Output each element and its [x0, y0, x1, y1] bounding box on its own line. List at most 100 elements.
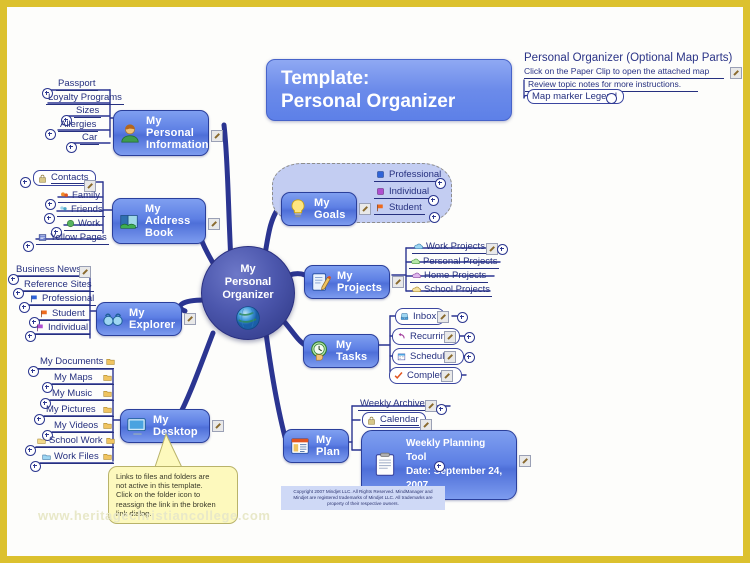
map-marker-legend-expand-icon[interactable] [606, 93, 617, 104]
subtopic-allergies[interactable]: Allergies [58, 119, 99, 132]
folder-icon[interactable] [103, 421, 112, 430]
projects-note-icon[interactable] [392, 276, 404, 288]
flag-orange-icon [376, 203, 385, 212]
branch-personal-information-label: My Personal Information [146, 115, 209, 151]
subtopic-business-news[interactable]: Business News [14, 264, 83, 277]
subtopic-my-pictures[interactable]: My Pictures [44, 404, 114, 417]
subtopic-calendar[interactable]: Calendar [362, 412, 426, 428]
address-book-note-icon[interactable] [208, 218, 220, 230]
branch-desktop[interactable]: My Desktop [120, 409, 210, 443]
subtopic-home-projects[interactable]: Home Projects [410, 270, 489, 283]
subtopic-my-documents[interactable]: My Documents [38, 356, 115, 369]
scheduled-note-icon[interactable] [444, 351, 456, 363]
branch-address-book[interactable]: My Address Book [112, 198, 206, 244]
branch-projects[interactable]: My Projects [304, 265, 390, 299]
subtopic-my-music[interactable]: My Music [50, 388, 114, 401]
subtopic-friends[interactable]: Friends [57, 204, 105, 217]
binoculars-icon [102, 308, 124, 330]
subtopic-goals-individual[interactable]: Individual [374, 186, 433, 199]
legend-subheading: Click on the Paper Clip to open the atta… [524, 66, 724, 79]
school-work-expand-icon[interactable] [25, 445, 36, 456]
work-projects-expand-icon[interactable] [497, 244, 508, 255]
branch-desktop-label: My Desktop [153, 414, 198, 438]
professional-expand-icon[interactable] [19, 302, 30, 313]
subtopic-my-maps[interactable]: My Maps [52, 372, 114, 385]
recurring-note-icon[interactable] [444, 331, 456, 343]
subtopic-loyalty-programs[interactable]: Loyalty Programs [46, 92, 124, 105]
subtopic-my-videos[interactable]: My Videos [52, 420, 114, 433]
goals-individual-expand-icon[interactable] [428, 195, 439, 206]
personal-information-note-icon[interactable] [211, 130, 223, 142]
recurring-expand-icon[interactable] [464, 332, 475, 343]
branch-goals[interactable]: My Goals [281, 192, 357, 226]
subtopic-contacts-label: Contacts [51, 172, 89, 184]
subtopic-goals-professional[interactable]: Professional [374, 169, 445, 182]
subtopic-reference-sites[interactable]: Reference Sites [22, 279, 94, 292]
branch-personal-information[interactable]: My Personal Information [113, 110, 209, 156]
individual-expand-icon[interactable] [25, 331, 36, 342]
branch-plan[interactable]: My Plan [283, 429, 349, 463]
subtopic-school-work[interactable]: School Work [35, 435, 115, 448]
central-topic[interactable]: My Personal Organizer [201, 246, 295, 340]
cloud-yellow-icon [412, 285, 421, 294]
paperclip-icon[interactable] [730, 67, 742, 79]
work-icon [66, 219, 75, 228]
subtopic-student[interactable]: Student [38, 308, 87, 321]
subtopic-personal-projects[interactable]: Personal Projects [409, 256, 500, 269]
subtopic-individual[interactable]: Individual [34, 322, 91, 335]
folder-icon[interactable] [106, 357, 115, 366]
branch-plan-label: My Plan [316, 434, 341, 458]
car-expand-icon[interactable] [66, 142, 77, 153]
subtopic-car[interactable]: Car [80, 132, 100, 145]
branch-explorer[interactable]: My Explorer [96, 302, 182, 336]
business-news-note-icon[interactable] [79, 266, 91, 278]
scheduled-expand-icon[interactable] [464, 352, 475, 363]
folder-icon[interactable] [103, 373, 112, 382]
subtopic-work-files[interactable]: Work Files [40, 451, 114, 464]
map-title: Template: Personal Organizer [266, 59, 512, 121]
business-news-expand-icon[interactable] [8, 274, 19, 285]
folder-icon[interactable] [106, 436, 115, 445]
weekly-planning-tool-line1: Weekly Planning Tool [406, 438, 486, 463]
weekly-planning-tool-note-icon[interactable] [519, 455, 531, 467]
planner-icon [289, 435, 311, 457]
friends-expand-icon[interactable] [44, 213, 55, 224]
subtopic-yellow-pages[interactable]: Yellow Pages [36, 232, 109, 245]
map-title-line2: Personal Organizer [281, 91, 456, 112]
allergies-expand-icon[interactable] [45, 129, 56, 140]
weekly-archives-expand-icon[interactable] [436, 404, 447, 415]
subtopic-sizes[interactable]: Sizes [74, 105, 102, 118]
subtopic-school-projects[interactable]: School Projects [410, 284, 493, 297]
inbox-expand-icon[interactable] [457, 312, 468, 323]
explorer-note-icon[interactable] [184, 313, 196, 325]
completed-note-icon[interactable] [441, 370, 453, 382]
goals-professional-expand-icon[interactable] [435, 178, 446, 189]
branch-tasks[interactable]: My Tasks [303, 334, 379, 368]
subtopic-work[interactable]: Work [64, 218, 102, 231]
work-files-expand-icon[interactable] [30, 461, 41, 472]
subtopic-passport[interactable]: Passport [56, 78, 98, 91]
desktop-note-icon[interactable] [212, 420, 224, 432]
family-expand-icon[interactable] [45, 199, 56, 210]
square-blue-icon [376, 170, 385, 179]
goals-note-icon[interactable] [359, 203, 371, 215]
subtopic-family[interactable]: Family [58, 190, 102, 203]
notepad-pencil-icon [310, 271, 332, 293]
lightbulb-icon [287, 198, 309, 220]
contacts-expand-icon[interactable] [20, 177, 31, 188]
reference-sites-expand-icon[interactable] [13, 288, 24, 299]
folder-icon[interactable] [103, 405, 112, 414]
subtopic-work-projects[interactable]: Work Projects [412, 241, 487, 254]
my-documents-expand-icon[interactable] [28, 366, 39, 377]
inbox-note-icon[interactable] [437, 311, 449, 323]
goals-student-expand-icon[interactable] [429, 212, 440, 223]
weekly-planning-tool-expand-icon[interactable] [434, 461, 445, 472]
folder-icon[interactable] [103, 452, 112, 461]
folder-icon[interactable] [103, 389, 112, 398]
yellow-pages-expand-icon[interactable] [23, 241, 34, 252]
my-pictures-expand-icon[interactable] [34, 414, 45, 425]
subtopic-professional[interactable]: Professional [28, 293, 97, 306]
subtopic-goals-student[interactable]: Student [374, 202, 425, 215]
clipboard-icon [372, 452, 398, 478]
subtopic-weekly-archives[interactable]: Weekly Archives [358, 398, 432, 411]
